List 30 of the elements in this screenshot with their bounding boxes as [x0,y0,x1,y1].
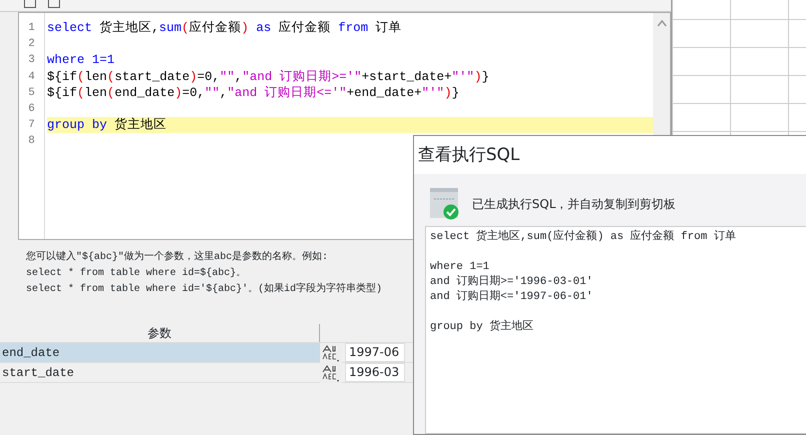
line-number: 1 [27,21,36,36]
code-line: select 货主地区,sum(应付金额) as 应付金额 from 订单 [47,20,403,36]
code-line: ${if(len(start_date)=0,"","and 订购日期>='"+start_date+"'")} [47,68,490,85]
parameter-name[interactable]: start_date [0,363,320,382]
sql-text-area[interactable]: select 货主地区,sum(应付金额) as 应付金额 from 订单 where 1=1 and 订购日期>='1996-03-01' and 订购日期<='1997-06-01' group by 货主地区 [425,226,806,434]
type-icon[interactable] [320,343,342,363]
parameter-name[interactable]: end_date [0,343,320,362]
column-header: 参数 [0,324,320,342]
parameter-value-field[interactable]: 1996-03 [345,363,405,382]
dialog-title: 查看执行SQL [414,136,806,174]
parameter-value-field[interactable]: 1997-06 [345,343,405,362]
toolbar-icon[interactable] [48,0,60,8]
hint-text: 您可以键入"${abc}"做为一个参数，这里abc是参数的名称。例如: [26,250,328,265]
code-line: where 1=1 [47,52,116,69]
line-number: 2 [27,37,36,52]
line-number: 7 [27,118,36,134]
line-number: 5 [27,86,36,101]
line-number: 6 [27,102,36,117]
sql-line: group by 货主地区 [430,320,534,335]
hint-text: select * from table where id=${abc}。 [26,266,246,281]
code-line: ${if(len(end_date)=0,"","and 订购日期<='"+end_date+"'")} [47,84,460,101]
sql-line: where 1=1 [430,260,490,275]
sql-line: and 订购日期<='1997-06-01' [430,290,594,305]
toolbar-icon[interactable] [24,0,36,8]
success-icon [430,188,460,220]
line-number: 8 [27,134,36,150]
hint-text: select * from table where id='${abc}'。(如果id字段为字符串类型) [26,282,382,297]
line-number: 3 [27,53,36,68]
sql-line: and 订购日期>='1996-03-01' [430,275,594,290]
line-number: 4 [27,70,36,85]
